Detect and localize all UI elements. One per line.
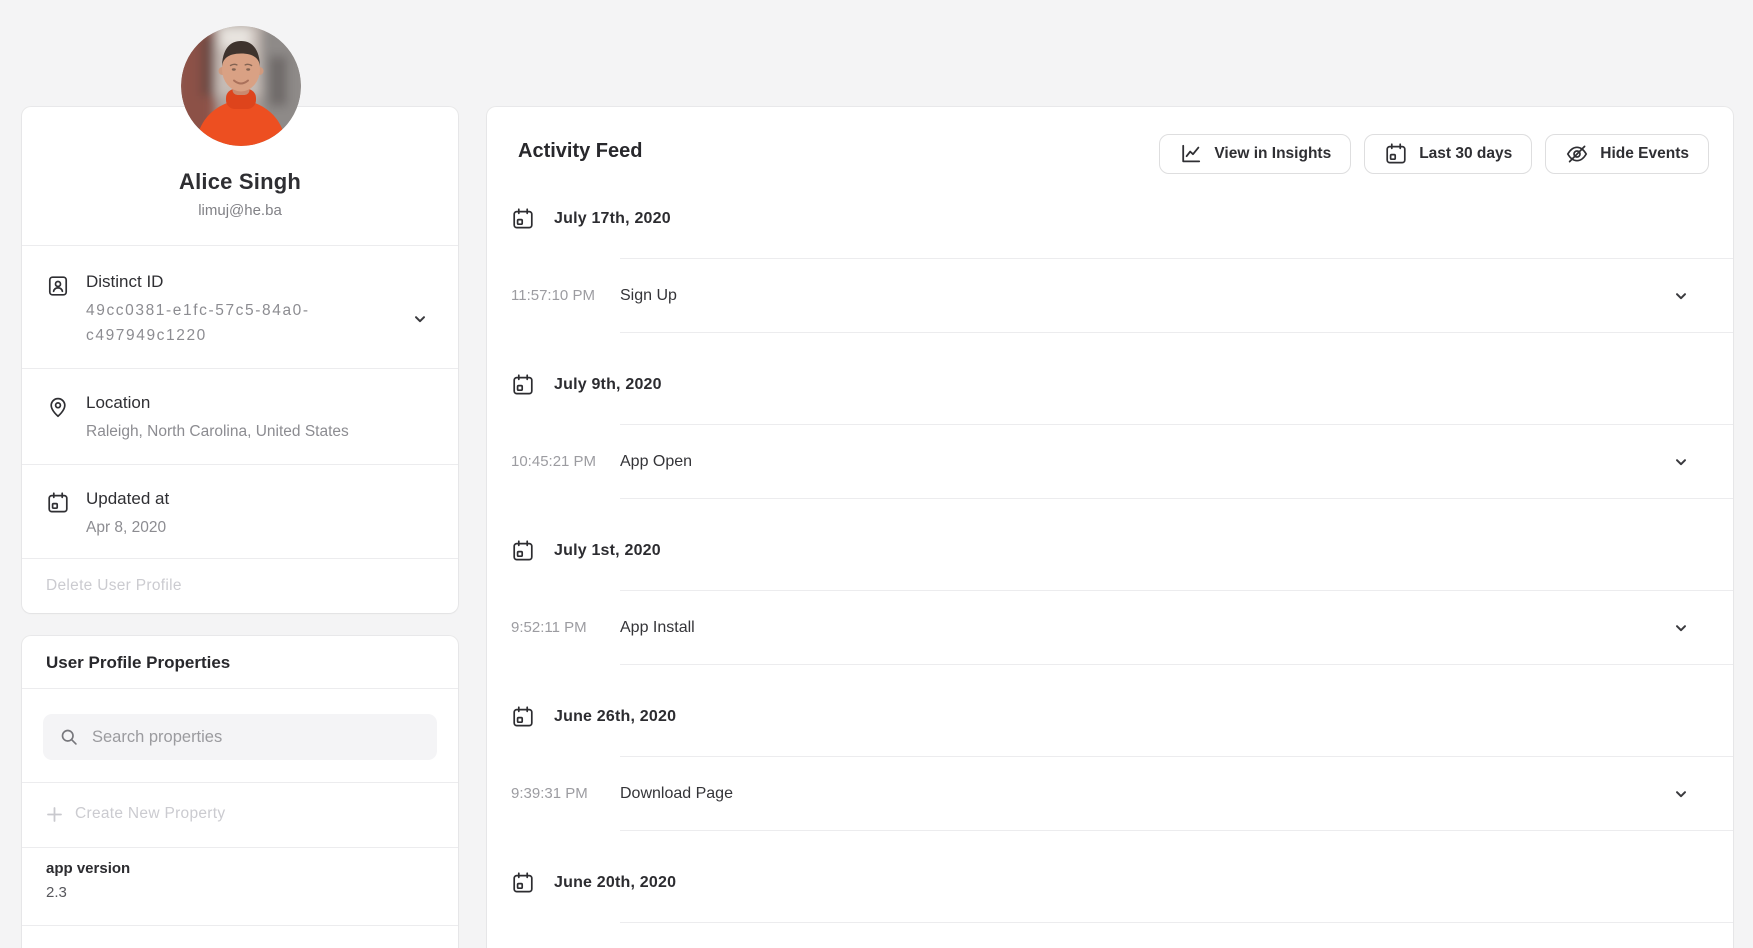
calendar-icon — [511, 705, 535, 729]
property-value: 2.3 — [46, 884, 434, 901]
hide-events-button[interactable]: Hide Events — [1545, 134, 1709, 174]
search-box — [43, 714, 437, 760]
event-time: 11:57:10 PM — [511, 287, 620, 304]
chevron-down-icon[interactable] — [1673, 786, 1689, 802]
date-header: July 9th, 2020 — [487, 333, 1733, 424]
field-location: Location Raleigh, North Carolina, United… — [22, 368, 458, 464]
calendar-icon — [511, 207, 535, 231]
delete-user-profile-button[interactable]: Delete User Profile — [46, 577, 182, 595]
contact-card-icon — [46, 274, 70, 298]
event-time: 9:52:11 PM — [511, 619, 620, 636]
next-property-row-cut — [22, 925, 458, 945]
field-distinct-id: Distinct ID 49cc0381-e1fc-57c5-84a0-c497… — [22, 245, 458, 368]
calendar-icon — [46, 491, 70, 515]
feed-body: July 17th, 2020 11:57:10 PM Sign Up July… — [487, 167, 1733, 923]
search-properties-input[interactable] — [92, 728, 421, 747]
calendar-icon — [511, 871, 535, 895]
field-value-distinct-id: 49cc0381-e1fc-57c5-84a0-c497949c1220 — [86, 298, 358, 348]
create-property-section: Create New Property — [22, 782, 458, 847]
create-new-property-button[interactable]: Create New Property — [46, 805, 225, 823]
event-name: Download Page — [620, 785, 733, 803]
date-header: June 26th, 2020 — [487, 665, 1733, 756]
event-time: 9:39:31 PM — [511, 785, 620, 802]
field-label-distinct-id: Distinct ID — [86, 272, 358, 292]
event-name: Sign Up — [620, 287, 677, 305]
field-label-location: Location — [86, 393, 349, 413]
user-profile-card: Alice Singh limuj@he.ba Distinct ID 49cc… — [22, 107, 458, 613]
create-new-property-label: Create New Property — [75, 805, 225, 823]
search-section — [22, 688, 458, 782]
line-chart-icon — [1179, 142, 1203, 166]
user-profile-properties-card: User Profile Properties Create New Prope… — [22, 636, 458, 948]
event-name: App Open — [620, 453, 692, 471]
event-row[interactable]: 9:39:31 PM Download Page — [487, 757, 1733, 830]
delete-section: Delete User Profile — [22, 558, 458, 613]
feed-title: Activity Feed — [518, 140, 642, 163]
calendar-icon — [1384, 142, 1408, 166]
field-value-updated-at: Apr 8, 2020 — [86, 515, 169, 540]
field-value-location: Raleigh, North Carolina, United States — [86, 419, 349, 444]
view-in-insights-button[interactable]: View in Insights — [1159, 134, 1351, 174]
event-row[interactable]: 10:45:21 PM App Open — [487, 425, 1733, 498]
activity-feed-card: Activity Feed View in Insights Last 30 d… — [487, 107, 1733, 948]
calendar-icon — [511, 373, 535, 397]
date-header: June 20th, 2020 — [487, 831, 1733, 922]
chevron-down-icon[interactable] — [412, 311, 428, 327]
user-name: Alice Singh — [46, 169, 434, 195]
avatar — [181, 26, 301, 146]
last-30-days-button[interactable]: Last 30 days — [1364, 134, 1532, 174]
field-label-updated-at: Updated at — [86, 489, 169, 509]
chevron-down-icon[interactable] — [1673, 288, 1689, 304]
field-updated-at: Updated at Apr 8, 2020 — [22, 464, 458, 558]
feed-actions: View in Insights Last 30 days Hide Event… — [1159, 134, 1709, 174]
chevron-down-icon[interactable] — [1673, 454, 1689, 470]
event-time: 10:45:21 PM — [511, 453, 620, 470]
property-name: app version — [46, 860, 434, 877]
chevron-down-icon[interactable] — [1673, 620, 1689, 636]
date-header: July 17th, 2020 — [487, 167, 1733, 258]
eye-off-icon — [1565, 142, 1589, 166]
feed-header: Activity Feed View in Insights Last 30 d… — [487, 107, 1733, 167]
user-email: limuj@he.ba — [46, 202, 434, 219]
date-header: July 1st, 2020 — [487, 499, 1733, 590]
calendar-icon — [511, 539, 535, 563]
divider — [620, 922, 1733, 923]
event-name: App Install — [620, 619, 695, 637]
property-item-app-version[interactable]: app version 2.3 — [22, 847, 458, 925]
event-row[interactable]: 9:52:11 PM App Install — [487, 591, 1733, 664]
plus-icon — [46, 806, 63, 823]
map-pin-icon — [46, 395, 70, 419]
search-icon — [59, 727, 79, 747]
event-row[interactable]: 11:57:10 PM Sign Up — [487, 259, 1733, 332]
properties-title: User Profile Properties — [22, 636, 458, 688]
